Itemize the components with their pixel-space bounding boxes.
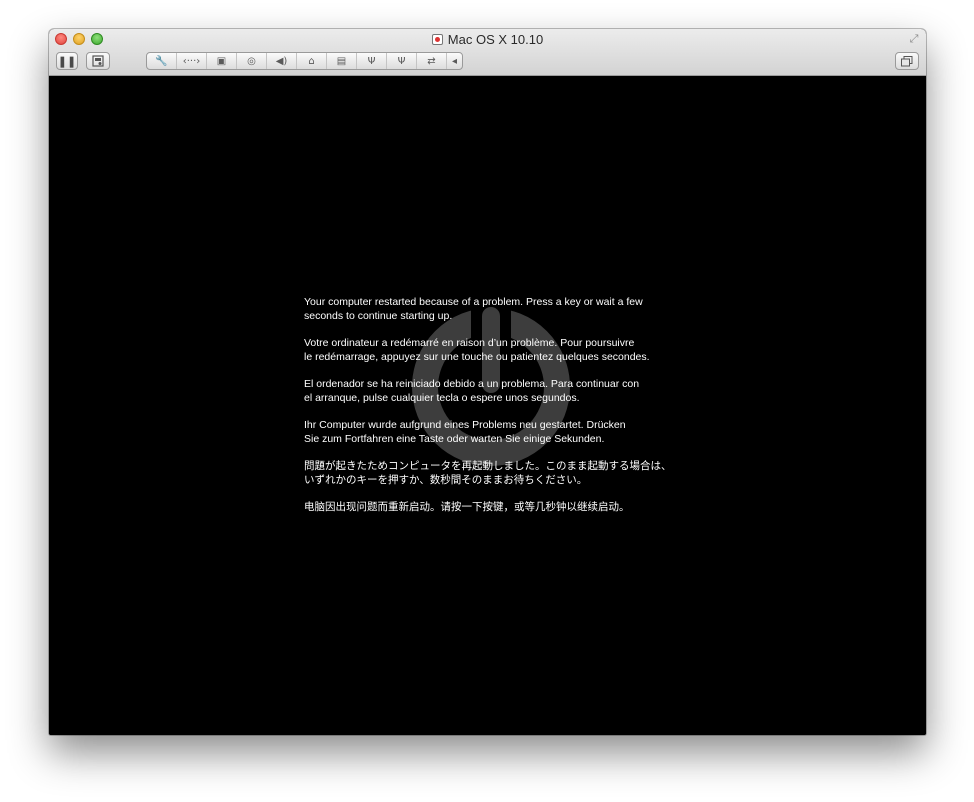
message-line: いずれかのキーを押すか、数秒間そのままお待ちください。 [304,474,588,486]
message-line: Votre ordinateur a redémarré en raison d… [304,337,635,349]
snapshot-button[interactable] [86,52,110,70]
message-line: Ihr Computer wurde aufgrund eines Proble… [304,419,626,431]
message-japanese: 問題が起きたためコンピュータを再起動しました。このまま起動する場合は、 いずれか… [304,459,704,487]
pause-icon: ❚❚ [57,55,77,68]
cd-icon: ◎ [247,55,256,67]
usb-button-3[interactable]: Ψ [387,53,417,69]
sync-icon: ⇄ [427,55,436,67]
vm-screen[interactable]: Your computer restarted because of a pro… [49,77,926,735]
kernel-panic-message: Your computer restarted because of a pro… [304,295,704,527]
harddisk-icon: ▣ [216,55,227,67]
vm-window: Mac OS X 10.10 ⤢ ❚❚ 🔧 ‹···› ▣ ◎ ◀) ⌂ ▤ Ψ… [49,29,926,735]
snapshot-icon [92,55,104,67]
window-title-text: Mac OS X 10.10 [447,32,544,47]
usb-icon: Ψ [397,55,406,67]
message-french: Votre ordinateur a redémarré en raison d… [304,336,704,364]
message-line: le redémarrage, appuyez sur une touche o… [304,351,650,363]
message-line: 电脑因出现问题而重新启动。请按一下按键，或等几秒钟以继续启动。 [304,501,630,513]
usb-button-2[interactable]: Ψ [357,53,387,69]
title-bar[interactable]: Mac OS X 10.10 ⤢ ❚❚ 🔧 ‹···› ▣ ◎ ◀) ⌂ ▤ Ψ… [49,29,926,76]
window-mode-icon [901,55,913,66]
window-mode-button[interactable] [895,52,919,70]
message-german: Ihr Computer wurde aufgrund eines Proble… [304,418,704,446]
sync-button[interactable]: ⇄ [417,53,447,69]
cd-button[interactable]: ◎ [237,53,267,69]
printer-button[interactable]: ▤ [327,53,357,69]
sound-button[interactable]: ◀) [267,53,297,69]
printer-icon: ▤ [336,55,347,67]
fullscreen-icon[interactable]: ⤢ [908,33,920,45]
message-spanish: El ordenador se ha reiniciado debido a u… [304,377,704,405]
message-line: El ordenador se ha reiniciado debido a u… [304,378,640,390]
pause-button[interactable]: ❚❚ [56,52,78,70]
collapse-button[interactable]: ◂ [447,53,462,69]
message-chinese: 电脑因出现问题而重新启动。请按一下按键，或等几秒钟以继续启动。 [304,500,704,514]
message-line: seconds to continue starting up. [304,310,453,322]
message-line: el arranque, pulse cualquier tecla o esp… [304,392,580,404]
message-line: Your computer restarted because of a pro… [304,296,643,308]
network-icon: ‹···› [182,55,201,67]
device-toolbar: 🔧 ‹···› ▣ ◎ ◀) ⌂ ▤ Ψ Ψ ⇄ ◂ [146,52,463,70]
sound-icon: ◀) [275,55,288,67]
vm-icon [431,34,443,45]
usb-button[interactable]: ⌂ [297,53,327,69]
chevron-left-icon: ◂ [451,55,458,67]
window-title: Mac OS X 10.10 [49,32,926,47]
message-line: 問題が起きたためコンピュータを再起動しました。このまま起動する場合は、 [304,460,672,472]
settings-button[interactable]: 🔧 [147,53,177,69]
message-english: Your computer restarted because of a pro… [304,295,704,323]
usb-icon: ⌂ [308,55,315,67]
message-line: Sie zum Fortfahren eine Taste oder warte… [304,433,605,445]
harddisk-button[interactable]: ▣ [207,53,237,69]
wrench-icon: 🔧 [155,55,168,67]
usb-icon: Ψ [367,55,376,67]
network-button[interactable]: ‹···› [177,53,207,69]
